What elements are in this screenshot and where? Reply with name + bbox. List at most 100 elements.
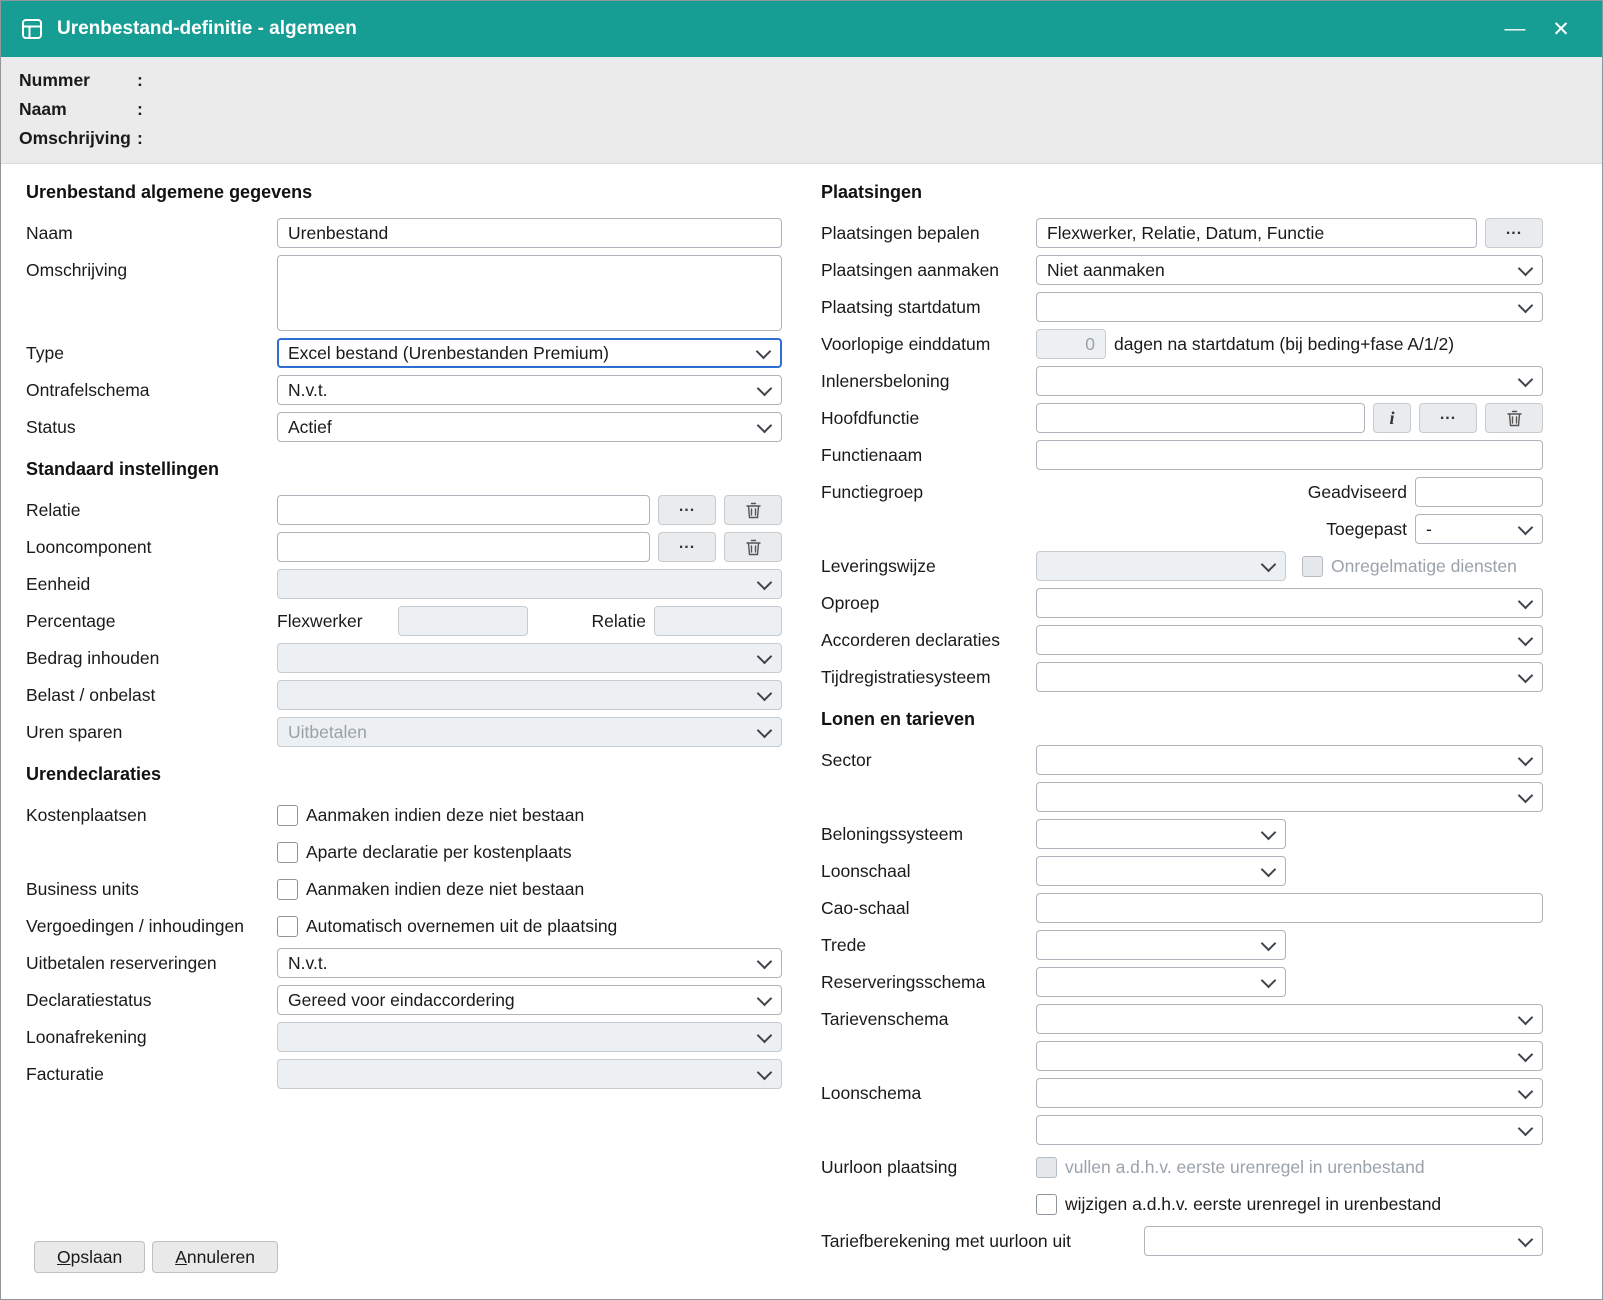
relatie-delete-button[interactable] bbox=[724, 495, 782, 525]
hoofdfunctie-info-button[interactable]: i bbox=[1373, 403, 1411, 433]
uitbetalen-reserveringen-select[interactable]: N.v.t. bbox=[277, 948, 782, 978]
loonschema-select-2[interactable] bbox=[1036, 1115, 1543, 1145]
status-field-label: Status bbox=[26, 417, 277, 438]
field-cao-schaal: Cao-schaal bbox=[821, 893, 1543, 923]
toegepast-select[interactable]: - bbox=[1415, 514, 1543, 544]
field-looncomponent: Looncomponent ... bbox=[26, 532, 782, 562]
loonschema-select[interactable] bbox=[1036, 1078, 1543, 1108]
tarievenschema-select[interactable] bbox=[1036, 1004, 1543, 1034]
chevron-down-icon bbox=[757, 648, 773, 664]
left-column: Urenbestand algemene gegevens Naam Omsch… bbox=[26, 178, 782, 1263]
geadviseerd-label: Geadviseerd bbox=[1308, 482, 1407, 503]
annuleren-button[interactable]: Annuleren bbox=[152, 1241, 278, 1273]
geadviseerd-input[interactable] bbox=[1415, 477, 1543, 507]
field-sector-2 bbox=[821, 782, 1543, 812]
plaatsingen-bepalen-browse-button[interactable]: ... bbox=[1485, 218, 1543, 248]
wijzigen-uurloon-checkbox[interactable] bbox=[1036, 1194, 1057, 1215]
field-beloningssysteem: Beloningssysteem bbox=[821, 819, 1543, 849]
functienaam-input[interactable] bbox=[1036, 440, 1543, 470]
hoofdfunctie-input[interactable] bbox=[1036, 403, 1365, 433]
chevron-down-icon bbox=[757, 953, 773, 969]
facturatie-select[interactable] bbox=[277, 1059, 782, 1089]
relatie-browse-button[interactable]: ... bbox=[658, 495, 716, 525]
type-select[interactable]: Excel bestand (Urenbestanden Premium) bbox=[277, 338, 782, 368]
minimize-button[interactable]: — bbox=[1492, 11, 1538, 47]
belast-onbelast-select[interactable] bbox=[277, 680, 782, 710]
chevron-down-icon bbox=[1518, 1009, 1534, 1025]
tariefberekening-field-label: Tariefberekening met uurloon uit bbox=[821, 1231, 1144, 1252]
beloningssysteem-select[interactable] bbox=[1036, 819, 1286, 849]
hoofdfunctie-browse-button[interactable]: ... bbox=[1419, 403, 1477, 433]
relatie-input[interactable] bbox=[277, 495, 650, 525]
chevron-down-icon bbox=[1518, 593, 1534, 609]
reserveringsschema-select[interactable] bbox=[1036, 967, 1286, 997]
record-header: Nummer : Naam : Omschrijving : bbox=[1, 57, 1602, 164]
naam-label: Naam bbox=[19, 99, 137, 120]
uren-sparen-field-label: Uren sparen bbox=[26, 722, 277, 743]
ontrafelschema-select[interactable]: N.v.t. bbox=[277, 375, 782, 405]
trash-icon bbox=[1507, 410, 1522, 427]
tarievenschema-select-2[interactable] bbox=[1036, 1041, 1543, 1071]
vullen-uurloon-checkbox[interactable] bbox=[1036, 1157, 1057, 1178]
leveringswijze-select[interactable] bbox=[1036, 551, 1286, 581]
looncomponent-browse-button[interactable]: ... bbox=[658, 532, 716, 562]
chevron-down-icon bbox=[757, 574, 773, 590]
sector-select-2[interactable] bbox=[1036, 782, 1543, 812]
business-units-field-label: Business units bbox=[26, 879, 277, 900]
field-plaatsingen-aanmaken: Plaatsingen aanmaken Niet aanmaken bbox=[821, 255, 1543, 285]
trede-select[interactable] bbox=[1036, 930, 1286, 960]
close-button[interactable]: ✕ bbox=[1538, 11, 1584, 47]
percentage-flexwerker-label: Flexwerker bbox=[277, 611, 390, 632]
chevron-down-icon bbox=[1518, 260, 1534, 276]
loonafrekening-select[interactable] bbox=[277, 1022, 782, 1052]
bedrag-inhouden-field-label: Bedrag inhouden bbox=[26, 648, 277, 669]
field-oproep: Oproep bbox=[821, 588, 1543, 618]
aanmaken-kostenplaatsen-checkbox-label: Aanmaken indien deze niet bestaan bbox=[306, 805, 584, 826]
percentage-flexwerker-input[interactable] bbox=[398, 606, 528, 636]
loonschaal-select[interactable] bbox=[1036, 856, 1286, 886]
oproep-select[interactable] bbox=[1036, 588, 1543, 618]
aparte-declaratie-checkbox[interactable] bbox=[277, 842, 298, 863]
voorlopige-einddatum-input[interactable] bbox=[1036, 329, 1106, 359]
field-vergoedingen: Vergoedingen / inhoudingen Automatisch o… bbox=[26, 911, 782, 941]
plaatsingen-bepalen-input[interactable] bbox=[1036, 218, 1477, 248]
uren-sparen-select[interactable]: Uitbetalen bbox=[277, 717, 782, 747]
annuleren-button-label: Annuleren bbox=[175, 1247, 255, 1268]
omschrijving-textarea[interactable] bbox=[277, 255, 782, 331]
oproep-field-label: Oproep bbox=[821, 593, 1036, 614]
cao-schaal-input[interactable] bbox=[1036, 893, 1543, 923]
looncomponent-input[interactable] bbox=[277, 532, 650, 562]
bedrag-inhouden-select[interactable] bbox=[277, 643, 782, 673]
aanmaken-kostenplaatsen-checkbox[interactable] bbox=[277, 805, 298, 826]
tariefberekening-select[interactable] bbox=[1144, 1226, 1543, 1256]
separator: : bbox=[137, 128, 151, 149]
automatisch-overnemen-checkbox[interactable] bbox=[277, 916, 298, 937]
hoofdfunctie-delete-button[interactable] bbox=[1485, 403, 1543, 433]
field-relatie: Relatie ... bbox=[26, 495, 782, 525]
chevron-down-icon bbox=[1518, 1231, 1534, 1247]
onregelmatige-diensten-checkbox[interactable] bbox=[1302, 556, 1323, 577]
percentage-relatie-input[interactable] bbox=[654, 606, 782, 636]
eenheid-select[interactable] bbox=[277, 569, 782, 599]
uitbetalen-reserveringen-select-value: N.v.t. bbox=[288, 953, 328, 974]
naam-input[interactable] bbox=[277, 218, 782, 248]
chevron-down-icon bbox=[757, 722, 773, 738]
chevron-down-icon bbox=[1261, 935, 1277, 951]
inlenersbeloning-select[interactable] bbox=[1036, 366, 1543, 396]
type-field-label: Type bbox=[26, 343, 277, 364]
aanmaken-business-units-checkbox[interactable] bbox=[277, 879, 298, 900]
omschrijving-field-label: Omschrijving bbox=[26, 255, 277, 281]
plaatsingen-aanmaken-select[interactable]: Niet aanmaken bbox=[1036, 255, 1543, 285]
plaatsing-startdatum-select[interactable] bbox=[1036, 292, 1543, 322]
field-reserveringsschema: Reserveringsschema bbox=[821, 967, 1543, 997]
declaratiestatus-select[interactable]: Gereed voor eindaccordering bbox=[277, 985, 782, 1015]
chevron-down-icon bbox=[1518, 1120, 1534, 1136]
sector-select[interactable] bbox=[1036, 745, 1543, 775]
tijdregistratiesysteem-select[interactable] bbox=[1036, 662, 1543, 692]
opslaan-button[interactable]: Opslaan bbox=[34, 1241, 145, 1273]
status-select[interactable]: Actief bbox=[277, 412, 782, 442]
looncomponent-delete-button[interactable] bbox=[724, 532, 782, 562]
inlenersbeloning-field-label: Inlenersbeloning bbox=[821, 371, 1036, 392]
accorderen-declaraties-select[interactable] bbox=[1036, 625, 1543, 655]
section-standaard-instellingen: Standaard instellingen bbox=[26, 459, 782, 480]
